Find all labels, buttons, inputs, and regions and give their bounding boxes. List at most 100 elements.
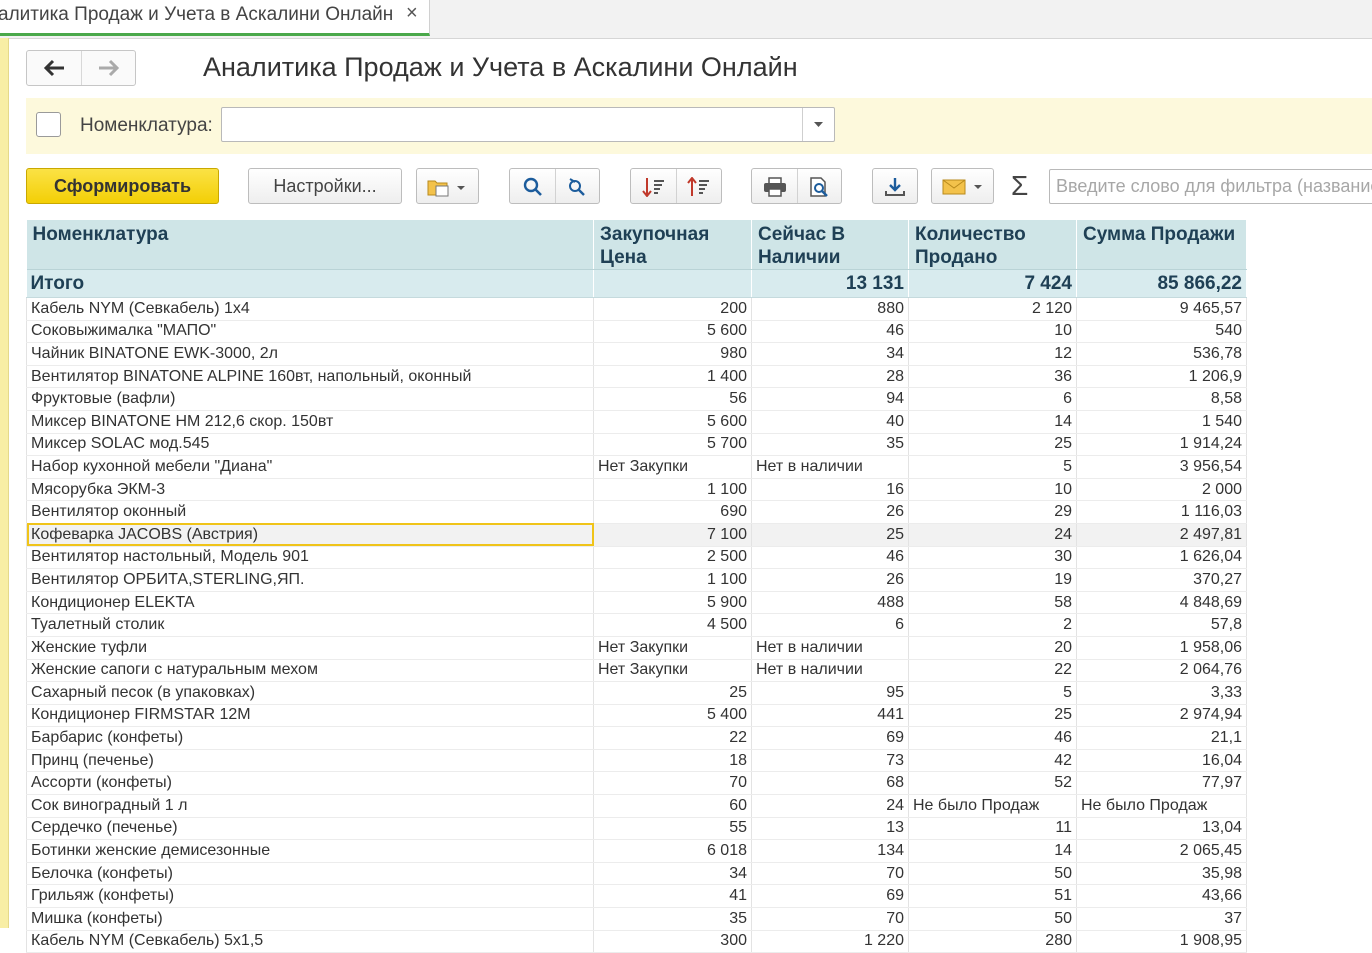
column-header-sales-sum[interactable]: Сумма Продажи (1076, 220, 1247, 270)
cell-qty-sold: 11 (908, 817, 1077, 841)
cell-in-stock: 134 (751, 839, 909, 863)
forward-button[interactable] (82, 51, 136, 85)
table-row[interactable]: Белочка (конфеты) 34 70 50 35,98 (26, 862, 1247, 886)
cell-in-stock: 28 (751, 365, 909, 389)
filter-search-input[interactable] (1049, 169, 1372, 204)
send-group (931, 168, 994, 204)
cell-qty-sold: 42 (908, 749, 1077, 773)
table-row[interactable]: Сок виноградный 1 л 60 24 Не было Продаж Не … (26, 794, 1247, 818)
table-row[interactable]: Миксер SOLAC мод.545 5 700 35 25 1 914,24 (26, 433, 1247, 457)
find-button[interactable] (510, 169, 555, 203)
cell-qty-sold: 52 (908, 771, 1077, 796)
nomenclature-combo[interactable] (221, 107, 835, 142)
cell-sales-sum: 2 974,94 (1076, 704, 1247, 728)
table-row[interactable]: Фруктовые (вафли) 56 94 6 8,58 (26, 387, 1247, 411)
sum-button[interactable]: Σ (1011, 170, 1028, 202)
cell-nomenclature: Сахарный песок (в упаковках) (26, 681, 594, 705)
table-row[interactable]: Грильяж (конфеты) 41 69 51 43,66 (26, 884, 1247, 909)
close-icon[interactable]: × (406, 2, 418, 25)
print-preview-button[interactable] (798, 169, 841, 203)
table-row[interactable]: Принц (печенье) 18 73 42 16,04 (26, 749, 1247, 773)
page-title: Аналитика Продаж и Учета в Аскалини Онла… (203, 52, 798, 82)
table-row[interactable]: Кофеварка JACOBS (Австрия) 7 100 25 24 2 497… (26, 523, 1247, 547)
combo-dropdown-button[interactable] (802, 108, 834, 141)
column-header-nomenclature[interactable]: Номенклатура (26, 220, 594, 270)
table-row[interactable]: Вентилятор BINATONE ALPINE 160вт, наполь… (26, 365, 1247, 389)
cell-in-stock: 70 (751, 907, 909, 931)
table-row[interactable]: Женские туфли Нет Закупки Нет в наличии 20 1… (26, 636, 1247, 660)
cell-sales-sum: 1 116,03 (1076, 500, 1247, 524)
column-header-in-stock[interactable]: Сейчас В Наличии (751, 220, 909, 270)
table-row[interactable]: Вентилятор настольный, Модель 901 2 500 46… (26, 546, 1247, 570)
save-button[interactable] (873, 169, 917, 203)
table-row[interactable]: Миксер BINATONE HM 212,6 скор. 150вт 5 60… (26, 410, 1247, 434)
cell-in-stock: 46 (751, 320, 909, 344)
cell-purchase-price: 5 600 (593, 320, 752, 344)
table-row[interactable]: Кондиционер ELEKTA 5 900 488 58 4 848,69 (26, 591, 1247, 615)
cell-qty-sold: 12 (908, 342, 1077, 366)
sort-asc-button[interactable] (631, 169, 676, 203)
filter-checkbox[interactable] (36, 112, 61, 137)
column-header-purchase-price[interactable]: Закупочная Цена (593, 220, 752, 270)
table-row[interactable]: Ботинки женские демисезонные 6 018 134 14 2 … (26, 839, 1247, 863)
settings-button[interactable]: Настройки... (248, 168, 402, 204)
table-row[interactable]: Сердечко (печенье) 55 13 11 13,04 (26, 817, 1247, 841)
generate-button[interactable]: Сформировать (26, 168, 219, 204)
table-row[interactable]: Женские сапоги с натуральным мехом Нет За… (26, 659, 1247, 683)
report-variant-button[interactable] (417, 169, 478, 203)
cell-purchase-price: 22 (593, 726, 752, 750)
report-table: Номенклатура Закупочная Цена Сейчас В На… (26, 220, 1247, 953)
cell-sales-sum: 1 908,95 (1076, 930, 1247, 953)
cell-sales-sum: 2 000 (1076, 478, 1247, 502)
table-row[interactable]: Кабель NYM (Севкабель) 1х4 200 880 2 120 9 4… (26, 297, 1247, 321)
cell-nomenclature: Кофеварка JACOBS (Австрия) (26, 523, 594, 547)
table-row[interactable]: Туалетный столик 4 500 6 2 57,8 (26, 613, 1247, 637)
cell-nomenclature: Женские туфли (26, 636, 594, 660)
print-button[interactable] (752, 169, 797, 203)
sort-desc-button[interactable] (677, 169, 721, 203)
table-row[interactable]: Чайник BINATONE EWK-3000, 2л 980 34 12 536,7… (26, 342, 1247, 366)
total-row[interactable]: Итого 13 131 7 424 85 866,22 (26, 269, 1247, 298)
tab-report[interactable]: алитика Продаж и Учета в Аскалини Онлайн… (0, 0, 430, 36)
table-row[interactable]: Сахарный песок (в упаковках) 25 95 5 3,33 (26, 681, 1247, 705)
cell-purchase-price: 60 (593, 794, 752, 818)
cell-sales-sum: 1 914,24 (1076, 433, 1247, 457)
cell-in-stock: 6 (751, 613, 909, 637)
table-row[interactable]: Соковыжималка "МАПО" 5 600 46 10 540 (26, 320, 1247, 344)
table-row[interactable]: Кондиционер FIRMSTAR 12M 5 400 441 25 2 974,… (26, 704, 1247, 728)
arrow-left-icon (43, 59, 64, 77)
cell-sales-sum: 57,8 (1076, 613, 1247, 637)
table-row[interactable]: Вентилятор оконный 690 26 29 1 116,03 (26, 500, 1247, 524)
cell-nomenclature: Барбарис (конфеты) (26, 726, 594, 750)
back-button[interactable] (27, 51, 82, 85)
cell-in-stock: 488 (751, 591, 909, 615)
table-header-row: Номенклатура Закупочная Цена Сейчас В На… (26, 220, 1247, 270)
cancel-search-button[interactable] (556, 169, 599, 203)
table-row[interactable]: Мясорубка ЭКМ-3 1 100 16 10 2 000 (26, 478, 1247, 502)
sort-ascending-icon (642, 178, 664, 197)
table-row[interactable]: Вентилятор ОРБИТА,STERLING,ЯП. 1 100 26 19 3… (26, 568, 1247, 592)
cell-sales-sum: 3,33 (1076, 681, 1247, 705)
table-row[interactable]: Кабель NYM (Севкабель) 5х1,5 300 1 220 280 1… (26, 930, 1247, 953)
cell-purchase-price: 1 400 (593, 365, 752, 389)
table-row[interactable]: Мишка (конфеты) 35 70 50 37 (26, 907, 1247, 931)
cell-nomenclature: Кондиционер ELEKTA (26, 591, 594, 615)
cell-sales-sum: 13,04 (1076, 817, 1247, 841)
cell-sales-sum: 536,78 (1076, 342, 1247, 366)
cell-purchase-price: 18 (593, 749, 752, 773)
left-panel-strip (0, 38, 9, 928)
table-row[interactable]: Барбарис (конфеты) 22 69 46 21,1 (26, 726, 1247, 750)
table-row[interactable]: Ассорти (конфеты) 70 68 52 77,97 (26, 771, 1247, 796)
send-email-button[interactable] (932, 169, 993, 203)
column-header-qty-sold[interactable]: Количество Продано (908, 220, 1077, 270)
filter-bar: Номенклатура: (26, 98, 1372, 154)
folder-icon (427, 180, 465, 197)
cell-qty-sold: 19 (908, 568, 1077, 592)
cell-sales-sum: Не было Продаж (1076, 794, 1247, 818)
cell-qty-sold: 6 (908, 387, 1077, 411)
cell-purchase-price: 5 600 (593, 410, 752, 434)
filter-label: Номенклатура: (80, 115, 213, 136)
table-row[interactable]: Набор кухонной мебели "Диана" Нет Закупки… (26, 455, 1247, 479)
cell-qty-sold: 25 (908, 433, 1077, 457)
cell-qty-sold: 36 (908, 365, 1077, 389)
